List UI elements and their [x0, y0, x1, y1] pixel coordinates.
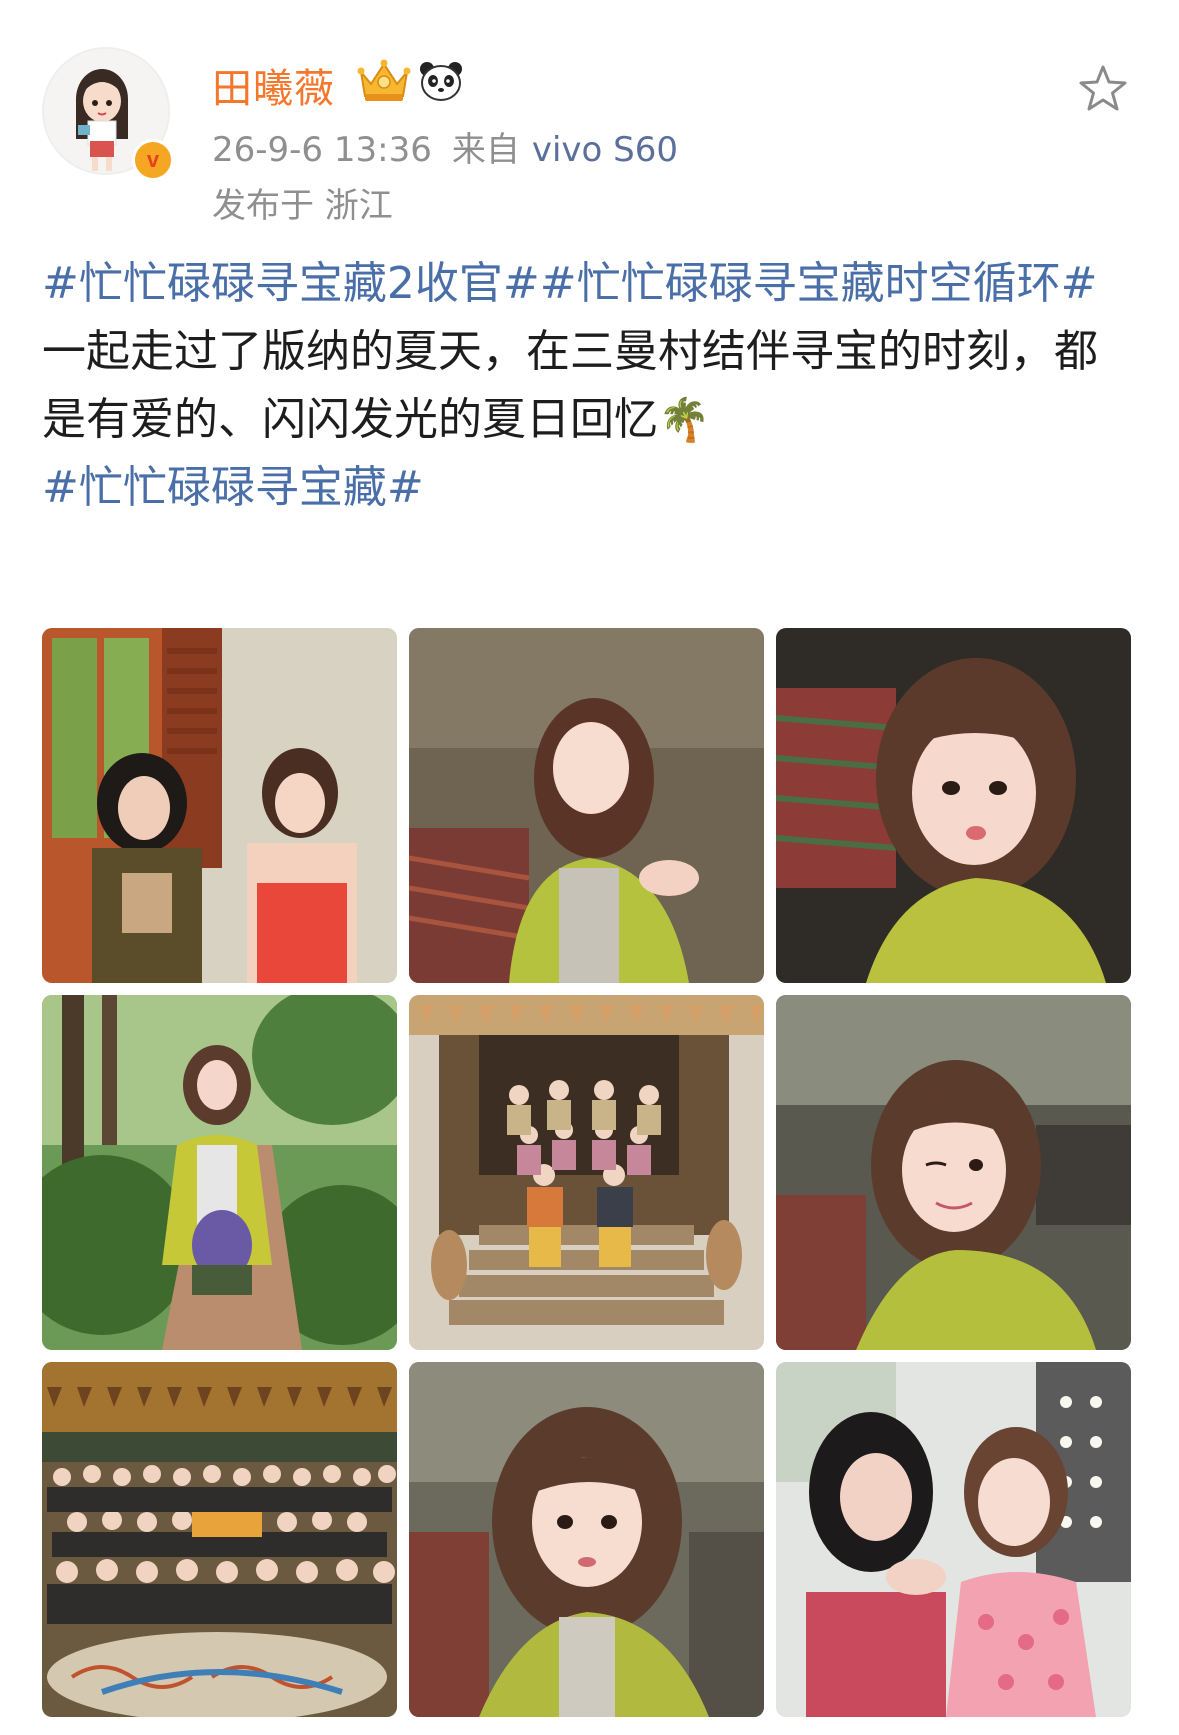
- palm-tree-emoji: 🌴: [658, 395, 711, 444]
- photo-girl-closeup-selfie: [776, 628, 1131, 983]
- photo-girl-garden-path: [42, 995, 397, 1350]
- photo-thumbnail[interactable]: [42, 1362, 397, 1717]
- post-body-text: 一起走过了版纳的夏天，在三曼村结伴寻宝的时刻，都是有爱的、闪闪发光的夏日回忆: [42, 326, 1098, 445]
- hashtag-topic[interactable]: #忙忙碌碌寻宝藏2收官##忙忙碌碌寻宝藏时空循环#: [42, 258, 1097, 309]
- panda-icon[interactable]: [418, 60, 464, 102]
- post-content: #忙忙碌碌寻宝藏2收官##忙忙碌碌寻宝藏时空循环# 一起走过了版纳的夏天，在三曼…: [42, 250, 1122, 522]
- star-outline-icon[interactable]: [1078, 64, 1128, 114]
- crown-icon[interactable]: [355, 58, 413, 104]
- photo-thumbnail[interactable]: [776, 995, 1131, 1350]
- post-meta: 26-9-6 13:36 来自 vivo S60: [212, 122, 678, 171]
- photo-thumbnail[interactable]: [42, 995, 397, 1350]
- source-prefix: 来自: [451, 130, 520, 170]
- photo-thumbnail[interactable]: [776, 628, 1131, 983]
- photo-two-girls-window: [42, 628, 397, 983]
- photo-girl-winking: [776, 995, 1131, 1350]
- hashtag-topic[interactable]: #忙忙碌碌寻宝藏#: [42, 462, 424, 513]
- weibo-post: v 田曦薇 26-9-6 13:36 来自 vivo S60 发布于 浙江 #忙忙碌…: [0, 0, 1179, 1735]
- photo-cast-group-stairs: [409, 995, 764, 1350]
- post-timestamp[interactable]: 26-9-6 13:36: [212, 130, 432, 170]
- photo-two-girls-posing: [776, 1362, 1131, 1717]
- photo-girl-closeup-crowd: [409, 1362, 764, 1717]
- photo-crowd-group: [42, 1362, 397, 1717]
- post-location: 发布于 浙江: [212, 186, 393, 226]
- photo-thumbnail[interactable]: [776, 1362, 1131, 1717]
- verified-badge-icon: v: [132, 139, 174, 181]
- photo-thumbnail[interactable]: [409, 995, 764, 1350]
- photo-girl-yellow-jacket: [409, 628, 764, 983]
- photo-thumbnail[interactable]: [409, 628, 764, 983]
- avatar[interactable]: v: [42, 47, 174, 181]
- username[interactable]: 田曦薇: [212, 56, 335, 114]
- photo-thumbnail[interactable]: [42, 628, 397, 983]
- device-link[interactable]: vivo S60: [532, 130, 678, 170]
- photo-thumbnail[interactable]: [409, 1362, 764, 1717]
